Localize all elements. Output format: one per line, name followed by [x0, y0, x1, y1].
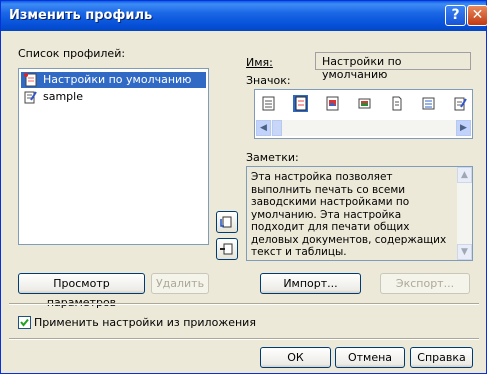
profile-name-field[interactable]: Настройки по умолчанию [315, 52, 471, 81]
pencil-document-icon [24, 91, 37, 104]
scroll-up-icon[interactable]: ▲ [457, 167, 472, 183]
apply-from-app-checkbox[interactable] [18, 316, 31, 329]
title-bar[interactable]: Изменить профиль ? ✕ [1, 1, 487, 31]
list-item[interactable]: Настройки по умолчанию [21, 72, 206, 88]
icon-label: Значок: [246, 74, 291, 87]
delete-button[interactable]: Удалить [151, 273, 209, 294]
divider [9, 338, 479, 340]
profiles-listbox[interactable]: Настройки по умолчанию sample [18, 68, 209, 245]
notes-scrollbar[interactable]: ▲ ▼ [457, 167, 472, 260]
text-document-icon[interactable] [262, 96, 275, 111]
window-title: Изменить профиль [9, 8, 153, 23]
name-label: Имя: [246, 56, 273, 69]
close-button[interactable]: ✕ [467, 5, 487, 26]
notes-rotate-button[interactable] [216, 211, 238, 233]
checkmark-icon [20, 318, 29, 327]
export-button[interactable]: Экспорт... [380, 273, 470, 294]
wide-document-icon[interactable] [422, 96, 435, 111]
notes-text: Эта настройка позволяет выполнить печать… [251, 171, 447, 258]
document-pin-icon [24, 73, 37, 87]
notes-textarea[interactable]: Эта настройка позволяет выполнить печать… [246, 166, 473, 261]
cancel-button[interactable]: Отмена [335, 347, 405, 368]
rotate-page-icon [220, 216, 232, 228]
icon-picker[interactable]: ◀ ▶ [254, 89, 473, 139]
pencil-document-icon[interactable] [454, 96, 467, 111]
document-selected-icon[interactable] [293, 95, 308, 112]
scroll-down-icon[interactable]: ▼ [457, 244, 472, 260]
divider [9, 303, 479, 305]
scroll-thumb[interactable] [272, 120, 282, 136]
graphics-document-icon[interactable] [326, 96, 339, 111]
list-item[interactable]: sample [21, 89, 206, 105]
list-item-label: Настройки по умолчанию [43, 73, 192, 86]
landscape-image-icon[interactable] [358, 96, 371, 111]
notes-flip-button[interactable] [216, 238, 238, 260]
view-settings-button[interactable]: Просмотр параметров [18, 273, 145, 309]
notes-label: Заметки: [246, 151, 299, 164]
ok-button[interactable]: ОК [260, 347, 331, 368]
profiles-list-label: Список профилей: [18, 47, 126, 60]
edit-profile-dialog: Изменить профиль ? ✕ Список профилей: На… [0, 0, 487, 374]
apply-from-app-label: Применить настройки из приложения [34, 316, 256, 329]
flip-page-icon [220, 243, 233, 255]
help-title-button[interactable]: ? [445, 5, 466, 26]
scroll-right-icon[interactable]: ▶ [456, 120, 471, 136]
list-item-label: sample [43, 90, 83, 103]
help-button[interactable]: Справка [410, 347, 473, 368]
icon-picker-scrollbar[interactable]: ◀ ▶ [256, 120, 471, 136]
portrait-document-icon[interactable] [390, 96, 403, 111]
import-button[interactable]: Импорт... [260, 273, 361, 294]
scroll-left-icon[interactable]: ◀ [256, 120, 271, 136]
